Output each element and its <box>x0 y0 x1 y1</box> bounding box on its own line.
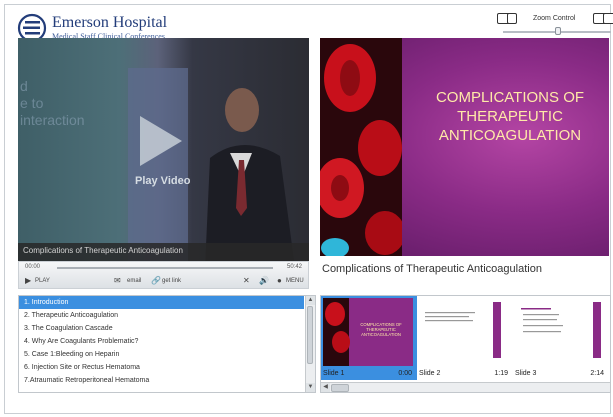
video-player[interactable]: d e to interaction Play Video Complicati… <box>18 38 309 261</box>
video-caption: Complications of Therapeutic Anticoagula… <box>23 246 183 255</box>
slide-title: COMPLICATIONS OF THERAPEUTIC ANTICOAGULA… <box>435 89 585 144</box>
get-link-button[interactable]: get link <box>162 278 181 284</box>
video-background-text: d e to interaction <box>20 78 85 128</box>
chapter-item[interactable]: 6. Injection Site or Rectus Hematoma <box>19 361 304 374</box>
menu-icon[interactable]: ● <box>277 276 282 285</box>
play-video-label[interactable]: Play Video <box>135 175 190 187</box>
slide-thumbnail-time: 0:00 <box>398 370 412 377</box>
slide-thumbnail-label: Slide 2 <box>419 370 441 377</box>
chapter-item[interactable]: 2. Therapeutic Anticoagulation <box>19 309 304 322</box>
slide-thumbnails: COMPLICATIONS OF THERAPEUTIC ANTICOAGULA… <box>320 295 611 393</box>
zoom-small-icon-overlay <box>507 13 517 24</box>
play-icon[interactable]: ▶ <box>25 276 31 285</box>
presenter-image <box>205 88 295 261</box>
org-name: Emerson Hospital <box>52 14 168 31</box>
video-controls: 00:00 50:42 ▶ PLAY ✉ email 🔗 get link ✕ … <box>18 261 309 289</box>
slide-view: COMPLICATIONS OF THERAPEUTIC ANTICOAGULA… <box>320 38 609 256</box>
play-video-icon[interactable] <box>140 116 182 166</box>
chapter-item[interactable]: 7.Atraumatic Retroperitoneal Hematoma <box>19 374 304 387</box>
slide-thumbnail[interactable]: COMPLICATIONS OF THERAPEUTIC ANTICOAGULA… <box>321 296 417 380</box>
chapter-list: 1. Introduction 2. Therapeutic Anticoagu… <box>18 295 316 393</box>
play-button[interactable]: PLAY <box>35 278 50 284</box>
slide-thumbnail-image <box>515 298 605 366</box>
zoom-control: Zoom Control <box>495 10 613 36</box>
link-icon[interactable]: 🔗 <box>151 276 161 285</box>
scroll-up-icon[interactable]: ▲ <box>306 296 315 305</box>
blood-cells-image <box>320 38 402 256</box>
fullscreen-icon[interactable]: ✕ <box>243 276 250 285</box>
slide-thumbnail[interactable]: Slide 2 1:19 <box>417 296 513 380</box>
slide-thumbnail[interactable]: Slide 3 2:14 <box>513 296 609 380</box>
chapter-scroll-thumb[interactable] <box>307 306 313 364</box>
slide-thumbnail-time: 1:19 <box>494 370 508 377</box>
chapter-item[interactable]: 1. Introduction <box>19 296 304 309</box>
slide-thumbnail-label: Slide 1 <box>323 370 345 377</box>
slide-thumbnail-time: 2:14 <box>590 370 604 377</box>
time-current: 00:00 <box>25 264 41 270</box>
zoom-slider-thumb[interactable] <box>555 27 561 35</box>
slide-thumbnail-image: COMPLICATIONS OF THERAPEUTIC ANTICOAGULA… <box>323 298 413 366</box>
scroll-down-icon[interactable]: ▼ <box>306 383 315 392</box>
zoom-label: Zoom Control <box>533 15 576 22</box>
menu-button[interactable]: MENU <box>286 278 304 284</box>
chapter-scrollbar[interactable]: ▲ ▼ <box>305 296 315 392</box>
video-caption-bar: Complications of Therapeutic Anticoagula… <box>18 243 309 261</box>
chapter-item[interactable]: 5. Case 1:Bleeding on Heparin <box>19 348 304 361</box>
email-button[interactable]: email <box>127 278 141 284</box>
zoom-large-icon-overlay <box>603 13 613 24</box>
thumbnail-scroll-thumb[interactable] <box>331 384 349 392</box>
thumbnail-scrollbar[interactable]: ◀ <box>321 382 610 392</box>
slide-thumbnail-image <box>419 298 509 366</box>
slide-caption: Complications of Therapeutic Anticoagula… <box>322 263 542 275</box>
scroll-left-icon[interactable]: ◀ <box>321 383 330 392</box>
chapter-item[interactable]: 4. Why Are Coagulants Problematic? <box>19 335 304 348</box>
seek-bar[interactable] <box>57 267 273 269</box>
slide-thumbnail-label: Slide 3 <box>515 370 537 377</box>
email-icon[interactable]: ✉ <box>114 276 121 285</box>
volume-icon[interactable]: 🔊 <box>259 276 269 285</box>
svg-text:ANTICOAGULATION: ANTICOAGULATION <box>361 332 401 337</box>
chapter-item[interactable]: 3. The Coagulation Cascade <box>19 322 304 335</box>
time-total: 50:42 <box>286 264 302 270</box>
